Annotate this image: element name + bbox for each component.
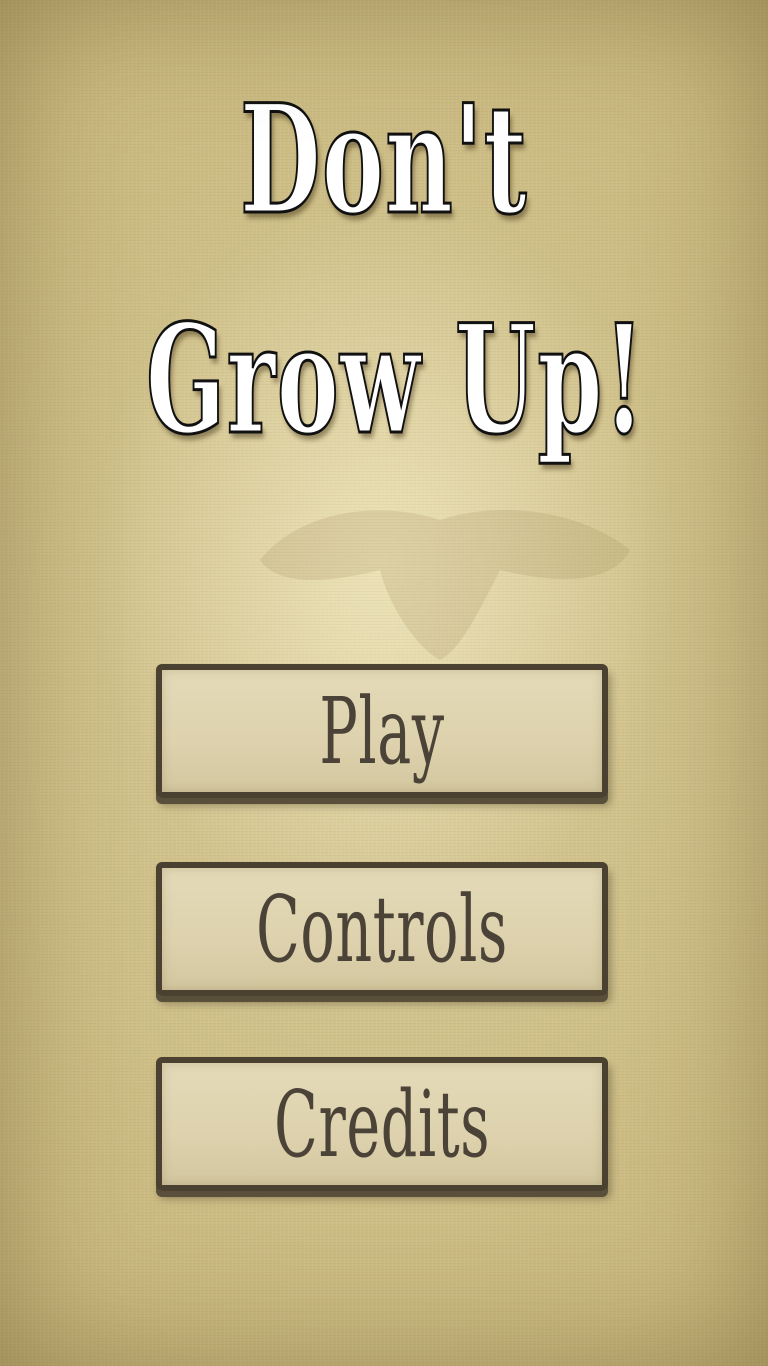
main-menu-screen: Don't Grow Up! Play Controls Credits <box>0 0 768 1366</box>
play-button-label: Play <box>319 677 445 785</box>
controls-button[interactable]: Controls <box>156 862 608 996</box>
credits-button-label: Credits <box>274 1070 490 1178</box>
play-button[interactable]: Play <box>156 664 608 798</box>
game-title-line-2: Grow Up! <box>145 291 646 470</box>
background-figure-silhouette <box>260 510 630 660</box>
credits-button[interactable]: Credits <box>156 1057 608 1191</box>
controls-button-label: Controls <box>256 875 508 983</box>
game-title-line-1: Don't <box>239 71 528 250</box>
